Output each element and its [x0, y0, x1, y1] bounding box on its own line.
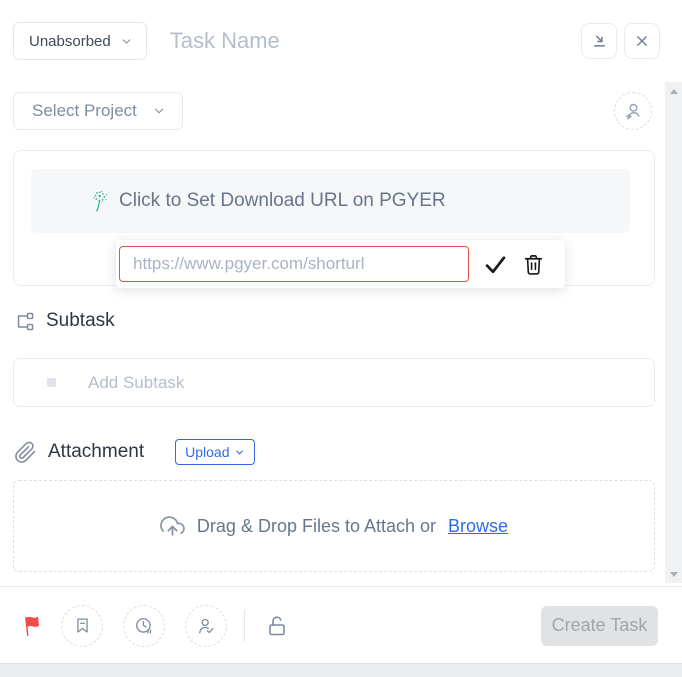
collapse-window-button[interactable] — [581, 23, 617, 59]
paperclip-icon — [14, 441, 37, 464]
window-controls — [581, 23, 660, 59]
assignee-button[interactable] — [185, 605, 227, 647]
toolbar-divider — [244, 610, 245, 642]
subtask-tree-icon — [14, 311, 35, 332]
red-flag-icon — [21, 614, 44, 637]
privacy-lock-button[interactable] — [262, 611, 292, 641]
modal-header: Unabsorbed — [13, 22, 660, 60]
upload-label: Upload — [185, 444, 229, 460]
download-url-input[interactable] — [119, 246, 469, 282]
status-select[interactable]: Unabsorbed — [13, 22, 147, 60]
assign-user-button[interactable] — [614, 92, 652, 130]
checkmark-icon — [482, 251, 509, 278]
url-popover — [116, 240, 565, 288]
attachment-title: Attachment — [48, 441, 144, 463]
pgyer-url-banner[interactable]: Click to Set Download URL on PGYER — [31, 169, 630, 233]
attachment-heading: Attachment Upload — [14, 439, 255, 465]
dropzone-text: Drag & Drop Files to Attach or — [197, 516, 436, 537]
subtask-title: Subtask — [46, 310, 115, 332]
close-button[interactable] — [624, 23, 660, 59]
task-name-input[interactable] — [168, 27, 571, 55]
add-subtask-row[interactable] — [13, 358, 655, 407]
trash-icon — [522, 253, 545, 276]
clock-pause-icon — [134, 616, 154, 636]
time-estimate-button[interactable] — [123, 605, 165, 647]
cloud-upload-icon — [160, 514, 185, 539]
subtask-bullet-icon — [47, 378, 56, 387]
pgyer-banner-text: Click to Set Download URL on PGYER — [119, 190, 446, 212]
status-select-label: Unabsorbed — [29, 33, 111, 50]
person-add-icon — [622, 100, 644, 122]
unlock-icon — [265, 614, 289, 638]
add-subtask-input[interactable] — [86, 372, 654, 394]
scroll-down-arrow-icon[interactable] — [665, 568, 682, 580]
create-task-modal: Unabsorbed Select Project — [0, 0, 682, 677]
vertical-scrollbar[interactable] — [665, 82, 682, 583]
project-select-label: Select Project — [32, 101, 137, 121]
file-dropzone[interactable]: Drag & Drop Files to Attach or Browse — [13, 480, 655, 572]
browse-link[interactable]: Browse — [448, 516, 508, 537]
chevron-down-icon — [152, 104, 166, 118]
priority-flag-button[interactable] — [20, 614, 44, 638]
person-check-icon — [196, 616, 216, 636]
close-icon — [633, 32, 651, 50]
bookmark-button[interactable] — [61, 605, 103, 647]
dandelion-icon — [88, 190, 108, 212]
confirm-url-button[interactable] — [479, 248, 511, 280]
subtask-heading: Subtask — [14, 310, 115, 332]
download-url-card: Click to Set Download URL on PGYER — [13, 150, 655, 286]
footer-toolbar: Create Task — [0, 587, 682, 664]
delete-url-button[interactable] — [517, 248, 549, 280]
upload-button[interactable]: Upload — [175, 439, 255, 465]
window-bottom-strip — [0, 663, 682, 677]
collapse-icon — [590, 32, 609, 51]
chevron-down-icon — [234, 447, 245, 458]
project-select[interactable]: Select Project — [13, 92, 183, 130]
chevron-down-icon — [120, 35, 133, 48]
bookmark-icon — [73, 616, 92, 635]
create-task-button[interactable]: Create Task — [541, 606, 658, 646]
scroll-up-arrow-icon[interactable] — [665, 85, 682, 97]
project-row: Select Project — [13, 92, 652, 130]
